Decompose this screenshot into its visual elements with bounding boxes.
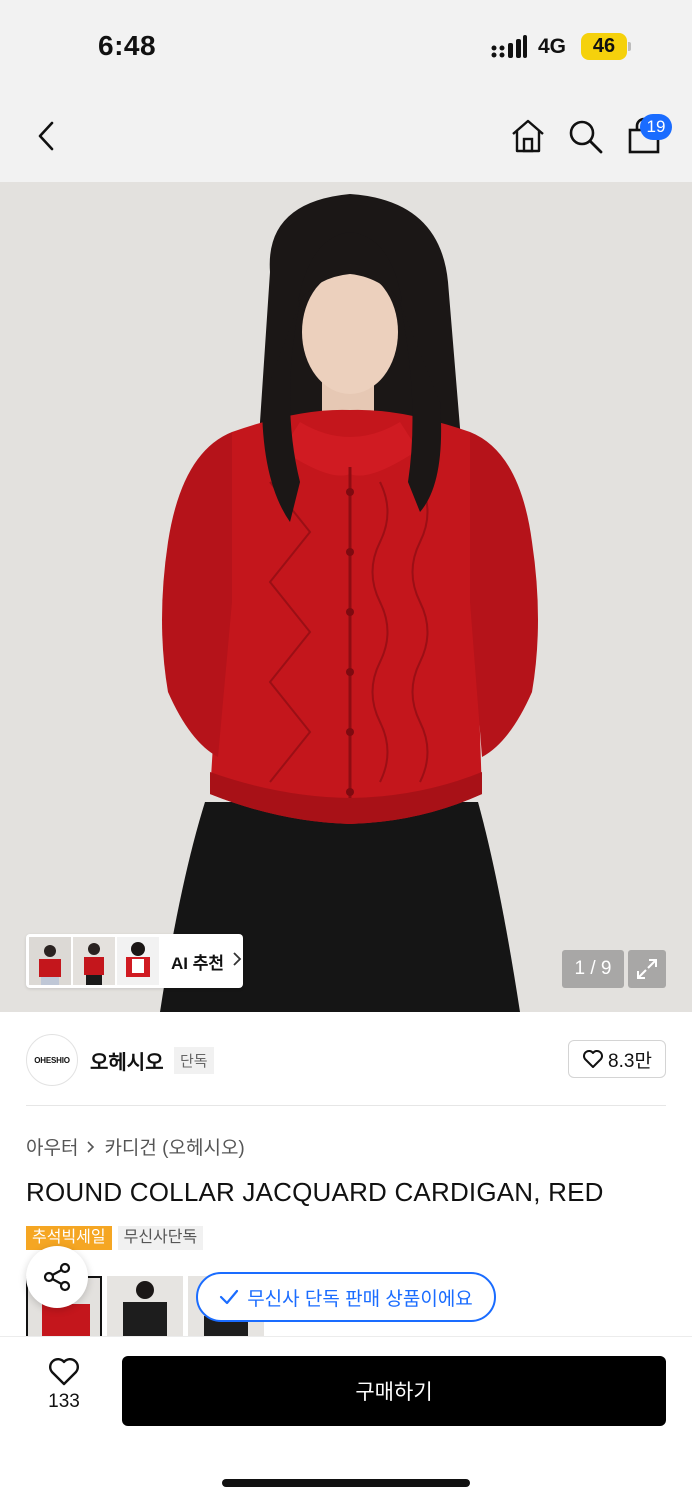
cart-count-badge: 19 — [640, 114, 672, 140]
home-indicator — [222, 1479, 470, 1487]
share-icon — [43, 1262, 71, 1292]
sale-tag: 추석빅세일 — [26, 1226, 112, 1250]
ai-thumb-2 — [73, 937, 115, 985]
status-time: 6:48 — [98, 30, 157, 61]
exclusive-tag: 무신사단독 — [117, 1226, 204, 1250]
toast-text: 무신사 단독 판매 상품이에요 — [247, 1288, 473, 1310]
bottom-action-bar: 133 구매하기 — [0, 1336, 692, 1500]
chevron-right-icon — [232, 951, 242, 972]
status-bar: 6:48 4G 46 — [0, 0, 692, 92]
exclusive-toast: 무신사 단독 판매 상품이에요 — [196, 1272, 496, 1322]
top-nav-bar — [0, 92, 692, 182]
breadcrumb: 아우터 카디건 (오헤시오) — [26, 1133, 245, 1160]
ai-thumb-3 — [117, 937, 159, 985]
brand-name-link[interactable]: 오헤시오 — [90, 1046, 164, 1075]
brand-logo[interactable]: OHESHIO — [26, 1034, 78, 1086]
share-button[interactable] — [26, 1246, 88, 1308]
ai-recommend-button[interactable]: AI 추천 — [26, 934, 243, 988]
product-image-gallery[interactable] — [0, 182, 692, 1012]
heart-icon — [49, 1358, 79, 1386]
brand-like-button[interactable]: 8.3만 — [568, 1040, 666, 1078]
wishlist-count: 133 — [48, 1391, 80, 1412]
chevron-right-icon — [87, 1140, 95, 1153]
heart-icon — [583, 1050, 604, 1068]
brand-exclusive-tag: 단독 — [174, 1047, 214, 1074]
product-photo — [0, 182, 692, 1012]
image-page-counter: 1 / 9 — [562, 950, 624, 988]
ai-thumb-1 — [29, 937, 71, 985]
search-icon — [569, 120, 603, 154]
battery-indicator: 46 — [581, 33, 627, 60]
breadcrumb-item-outer[interactable]: 아우터 — [26, 1133, 78, 1160]
back-chevron-icon — [38, 121, 54, 151]
expand-icon — [637, 959, 657, 979]
search-button[interactable] — [563, 114, 607, 158]
wishlist-button[interactable]: 133 — [36, 1357, 92, 1423]
home-icon — [512, 119, 544, 153]
brand-like-count: 8.3만 — [608, 1050, 652, 1072]
brand-row: OHESHIO 오헤시오 단독 8.3만 — [26, 1034, 666, 1086]
network-label: 4G — [538, 35, 567, 58]
check-icon — [220, 1289, 239, 1305]
back-button[interactable] — [24, 114, 68, 158]
buy-button[interactable]: 구매하기 — [122, 1356, 666, 1426]
ai-recommend-label: AI 추천 — [171, 953, 225, 973]
breadcrumb-item-cardigan[interactable]: 카디건 (오헤시오) — [104, 1133, 244, 1160]
signal-icon — [491, 35, 527, 58]
battery-cap — [628, 42, 631, 51]
section-divider — [26, 1105, 666, 1106]
expand-image-button[interactable] — [628, 950, 666, 988]
home-button[interactable] — [506, 114, 550, 158]
product-title: ROUND COLLAR JACQUARD CARDIGAN, RED — [26, 1177, 604, 1207]
variant-thumb-black[interactable] — [107, 1276, 183, 1336]
